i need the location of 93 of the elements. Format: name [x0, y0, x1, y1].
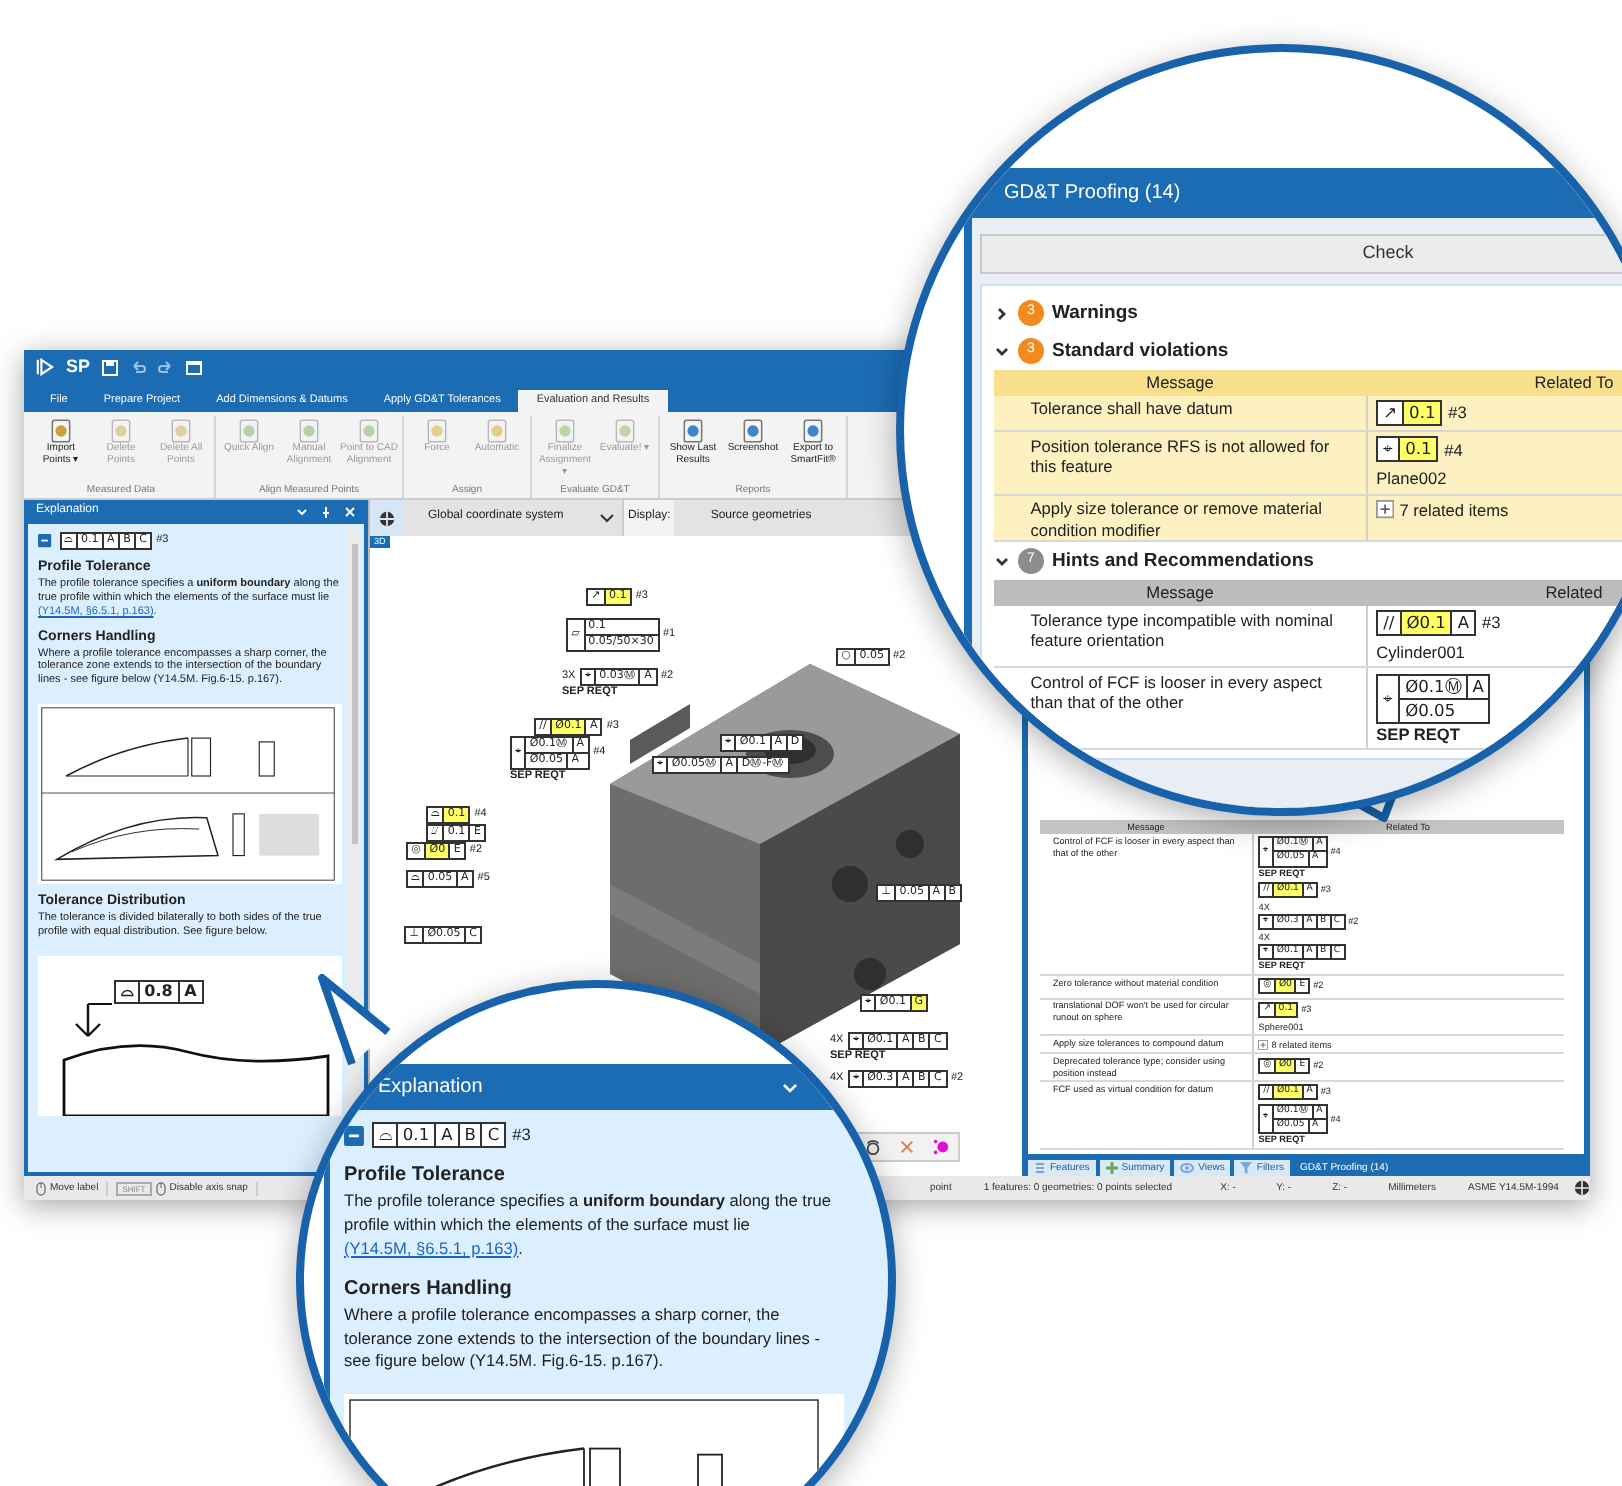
- chevron-icon[interactable]: [296, 506, 308, 518]
- message-cell-text: Position tolerance RFS is not allowed for this feature: [1028, 433, 1332, 481]
- frame-cell: C: [480, 1124, 505, 1147]
- requirement-note: SEP REQT: [1376, 723, 1460, 745]
- chevron-icon[interactable]: [782, 1081, 798, 1093]
- feature-name: Plane002: [1376, 468, 1447, 490]
- document-icon: [484, 418, 510, 444]
- document-icon: [740, 418, 766, 444]
- frame-cell: Ø0.1: [1399, 611, 1451, 635]
- feature-tag: #3: [1448, 402, 1467, 424]
- frame-cell: B: [457, 1124, 481, 1147]
- frame-cell: A: [177, 981, 202, 1003]
- document-icon: [800, 418, 826, 444]
- document-icon: [48, 418, 74, 444]
- panel-title: Explanation: [378, 1074, 483, 1102]
- section-heading: Corners Handling: [344, 1275, 514, 1304]
- frame-cell: A: [434, 1124, 458, 1147]
- window-icon[interactable]: [186, 359, 205, 375]
- section-heading: Profile Tolerance: [344, 1162, 507, 1191]
- list-icon: [1034, 1162, 1046, 1174]
- expand-icon[interactable]: [1376, 500, 1395, 519]
- related-items-label[interactable]: 7 related items: [1399, 499, 1509, 521]
- close-icon[interactable]: [344, 506, 356, 518]
- document-icon: [680, 418, 706, 444]
- caret-icon: [600, 513, 614, 523]
- document-icon: [612, 418, 638, 444]
- column-header[interactable]: Message: [994, 580, 1366, 606]
- document-icon: [236, 418, 262, 444]
- frame-cell: A: [1465, 675, 1489, 698]
- chevron-icon[interactable]: [994, 305, 1010, 321]
- collapse-icon[interactable]: [38, 534, 52, 548]
- pin-icon[interactable]: [320, 506, 332, 518]
- app-logo: SP: [66, 355, 91, 379]
- column-header[interactable]: Message: [994, 370, 1366, 396]
- frame-cell-text: //: [1381, 611, 1397, 635]
- panel-title: GD&T Proofing (14): [1002, 180, 1183, 208]
- undo-icon[interactable]: [130, 359, 147, 375]
- redo-icon[interactable]: [158, 359, 175, 375]
- mouse-icon: [155, 1181, 166, 1195]
- frame-cell: 0.1: [1402, 401, 1441, 425]
- chevron-icon[interactable]: [994, 553, 1010, 570]
- frame-cell: ⌖: [1378, 675, 1401, 722]
- mouse-icon: [36, 1181, 46, 1195]
- table-row[interactable]: Tolerance shall have datum ↗ 0.1 #3: [994, 395, 1622, 433]
- section-title[interactable]: Hints and Recommendations: [1052, 549, 1314, 574]
- frame-cell-text: Ø0.1Ⓜ: [1403, 675, 1464, 698]
- expand-icon[interactable]: [1258, 1039, 1269, 1050]
- check-button[interactable]: Check: [980, 234, 1622, 273]
- collapse-icon[interactable]: [344, 1125, 364, 1146]
- feature-tag: #3: [1481, 612, 1501, 634]
- frame-cell: 0.1: [1398, 438, 1437, 461]
- document-icon: [108, 418, 134, 444]
- globe-icon: [378, 509, 396, 527]
- description-text: The profile tolerance specifies a uniform boundary along the true profile within which the elements of the surface must lie (Y14.5M, §6.5.1, p.163).: [344, 1190, 833, 1262]
- document-icon: [356, 418, 382, 444]
- rotate-icon[interactable]: [864, 1137, 882, 1156]
- frame-cell-text: ⌓: [376, 1124, 394, 1147]
- section-title[interactable]: Standard violations: [1052, 339, 1229, 363]
- chevron-icon[interactable]: [994, 343, 1010, 359]
- column-header[interactable]: Related: [1366, 580, 1622, 606]
- document-icon: [168, 418, 194, 444]
- view-button[interactable]: [370, 500, 404, 536]
- message-cell-text: Tolerance type incompatible with nominal feature orientation: [1028, 607, 1336, 654]
- plus-icon: [1105, 1162, 1118, 1174]
- message-cell-text: Tolerance shall have datum: [1028, 396, 1235, 423]
- frame-cell-text: ⌓: [118, 981, 136, 1003]
- frame-cell: A: [1450, 611, 1475, 635]
- table-row[interactable]: Position tolerance RFS is not allowed for this feature ⌖ 0.1 #4 Plane002: [994, 432, 1622, 496]
- document-icon: [296, 418, 322, 444]
- points-icon[interactable]: [932, 1137, 950, 1156]
- table-row[interactable]: Apply size tolerance or remove material condition modifier 7 related items: [994, 495, 1622, 543]
- document-icon: [424, 418, 450, 444]
- globe-icon[interactable]: [1574, 1180, 1591, 1196]
- reference-link[interactable]: (Y14.5M, §6.5.1, p.163): [344, 1237, 519, 1258]
- frame-cell-text: ↗: [1381, 401, 1400, 425]
- feature-tag: #4: [1444, 439, 1463, 460]
- frame-cell: 0.1: [395, 1124, 435, 1147]
- cross-icon[interactable]: [898, 1137, 916, 1156]
- feature-name: Cylinder001: [1376, 642, 1465, 663]
- frame-cell: 0.8: [137, 981, 178, 1003]
- column-header[interactable]: Related To: [1366, 370, 1622, 396]
- save-icon[interactable]: [102, 359, 119, 375]
- description-text: Where a profile tolerance encompasses a sharp corner, the tolerance zone extends to the intersection of the boundary lines - see figure below (Y14.5M. Fig.6-15. p.167).: [344, 1303, 822, 1375]
- table-row[interactable]: Tolerance type incompatible with nominal feature orientation // Ø0.1 A #3 Cylinder001: [994, 605, 1622, 669]
- document-icon: [552, 418, 578, 444]
- section-title[interactable]: Warnings: [1052, 301, 1138, 325]
- frame-cell-text: ⌖: [1381, 438, 1396, 461]
- logo-icon: [36, 358, 54, 376]
- frame-cell-text: Ø0.05: [1403, 699, 1458, 722]
- eye-icon: [1180, 1162, 1195, 1174]
- feature-tag: #3: [512, 1123, 531, 1147]
- message-cell-text: Control of FCF is looser in every aspect than that of the other: [1028, 670, 1324, 717]
- message-cell-text: Apply size tolerance or remove material condition modifier: [1028, 496, 1324, 541]
